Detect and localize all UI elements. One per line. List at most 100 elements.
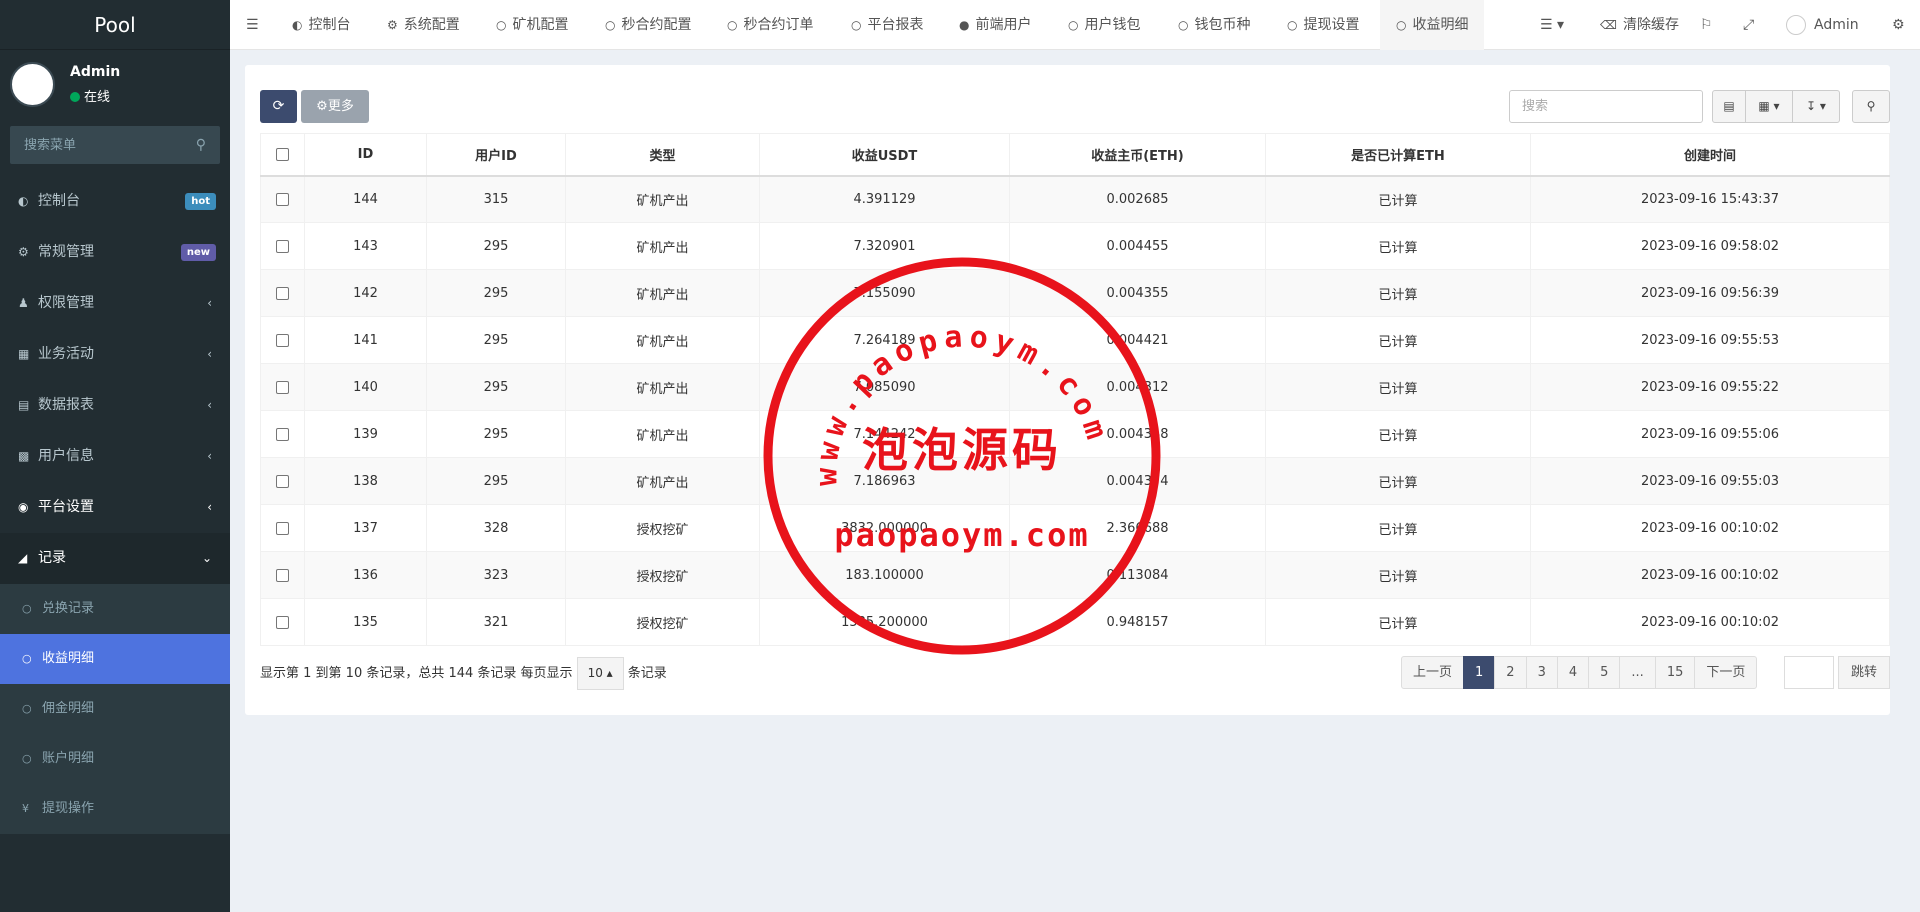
prev-page-button[interactable]: 上一页 bbox=[1401, 656, 1465, 689]
sidebar-toggle-icon[interactable]: ☰ bbox=[246, 0, 259, 50]
page-button[interactable]: 2 bbox=[1494, 656, 1527, 689]
row-checkbox[interactable] bbox=[276, 474, 289, 488]
table-row[interactable]: 141 295 矿机产出 7.264189 0.004421 已计算 2023-09-16 … bbox=[260, 316, 1890, 364]
page-button[interactable]: 3 bbox=[1525, 656, 1558, 689]
page-button[interactable]: 4 bbox=[1556, 656, 1590, 689]
dashboard-icon: ◐ bbox=[292, 18, 303, 32]
card-view-icon: ▤ bbox=[1723, 99, 1735, 113]
table-row[interactable]: 138 295 矿机产出 7.186963 0.004374 已计算 2023-09-16 … bbox=[260, 457, 1890, 505]
cell-usdt: 7.144242 bbox=[759, 410, 1010, 458]
jump-button[interactable]: 跳转 bbox=[1838, 656, 1890, 689]
sidebar-item-auth[interactable]: ♟ 权限管理 ‹ bbox=[0, 278, 230, 329]
table-row[interactable]: 135 321 授权挖矿 1535.200000 0.948157 已计算 2023-09-… bbox=[260, 598, 1890, 646]
cell-type: 矿机产出 bbox=[565, 457, 760, 505]
table-row[interactable]: 144 315 矿机产出 4.391129 0.002685 已计算 2023-09-16 … bbox=[260, 175, 1890, 223]
refresh-button[interactable]: ⟳ bbox=[260, 90, 297, 123]
tab-contract-config[interactable]: ○ 秒合约配置 bbox=[605, 0, 691, 50]
admin-menu[interactable]: Admin bbox=[1786, 0, 1859, 50]
menu-dropdown-icon[interactable]: ☰ ▾ bbox=[1540, 0, 1564, 50]
sidebar-item-exchange[interactable]: ○ 兑换记录 bbox=[0, 584, 230, 634]
cell-calculated: 已计算 bbox=[1265, 363, 1531, 411]
sidebar-item-withdraw[interactable]: ¥ 提现操作 bbox=[0, 784, 230, 834]
sidebar-item-business[interactable]: ▦ 业务活动 ‹ bbox=[0, 329, 230, 380]
fullscreen-icon[interactable]: ⤢ bbox=[1743, 0, 1754, 50]
clear-cache-button[interactable]: ⌫ 清除缓存 bbox=[1600, 0, 1679, 50]
tab-miner-config[interactable]: ○ 矿机配置 bbox=[496, 0, 568, 50]
sidebar-item-reports[interactable]: ▤ 数据报表 ‹ bbox=[0, 380, 230, 431]
search-icon[interactable]: ⚲ bbox=[196, 137, 206, 153]
page-button[interactable]: 5 bbox=[1588, 656, 1621, 689]
more-button[interactable]: ⚙更多 bbox=[301, 90, 369, 123]
col-header[interactable]: 创建时间 bbox=[1530, 133, 1890, 177]
tab-withdraw-settings[interactable]: ○ 提现设置 bbox=[1287, 0, 1359, 50]
row-select-cell bbox=[260, 457, 305, 505]
toggle-view-button[interactable]: ▤ bbox=[1712, 90, 1746, 123]
col-header[interactable]: 收益主币(ETH) bbox=[1009, 133, 1266, 177]
jump-page-input[interactable] bbox=[1784, 656, 1834, 689]
cell-id: 141 bbox=[304, 316, 427, 364]
columns-button[interactable]: ▦ ▾ bbox=[1745, 90, 1793, 123]
search-toggle-button[interactable]: ⚲ bbox=[1852, 90, 1890, 123]
table-row[interactable]: 136 323 授权挖矿 183.100000 0.113084 已计算 2023-09-1… bbox=[260, 551, 1890, 599]
cell-id: 139 bbox=[304, 410, 427, 458]
export-button[interactable]: ↧ ▾ bbox=[1792, 90, 1840, 123]
cell-usdt: 1535.200000 bbox=[759, 598, 1010, 646]
app-logo[interactable]: Pool bbox=[0, 0, 230, 50]
row-checkbox[interactable] bbox=[276, 239, 289, 253]
language-icon[interactable]: ⚐ bbox=[1700, 0, 1713, 50]
tab-frontend-users[interactable]: ● 前端用户 bbox=[959, 0, 1031, 50]
col-header[interactable]: ID bbox=[304, 133, 427, 177]
sidebar-item-earnings[interactable]: ○ 收益明细 bbox=[0, 634, 230, 684]
row-checkbox[interactable] bbox=[276, 615, 289, 629]
page-button[interactable]: 1 bbox=[1463, 656, 1496, 689]
table-row[interactable]: 142 295 矿机产出 7.155090 0.004355 已计算 2023-09-16 … bbox=[260, 269, 1890, 317]
table-row[interactable]: 139 295 矿机产出 7.144242 0.004348 已计算 2023-09-16 … bbox=[260, 410, 1890, 458]
sidebar-item-dashboard[interactable]: ◐ 控制台 hot bbox=[0, 176, 230, 227]
tab-label: 矿机配置 bbox=[512, 17, 569, 33]
row-checkbox[interactable] bbox=[276, 380, 289, 394]
tab-dashboard[interactable]: ◐ 控制台 bbox=[292, 0, 350, 50]
sidebar-item-general[interactable]: ⚙ 常规管理 new bbox=[0, 227, 230, 278]
cell-user-id: 321 bbox=[426, 598, 566, 646]
tab-wallet-coins[interactable]: ○ 钱包币种 bbox=[1178, 0, 1250, 50]
tab-system-config[interactable]: ⚙ 系统配置 bbox=[387, 0, 460, 50]
col-header[interactable]: 类型 bbox=[565, 133, 760, 177]
sidebar-search-input[interactable] bbox=[10, 126, 220, 164]
sidebar-item-userinfo[interactable]: ▩ 用户信息 ‹ bbox=[0, 431, 230, 482]
cell-created-at: 2023-09-16 09:56:39 bbox=[1530, 269, 1890, 317]
sidebar-item-platform[interactable]: ◉ 平台设置 ‹ bbox=[0, 482, 230, 533]
row-checkbox[interactable] bbox=[276, 192, 289, 206]
table-row[interactable]: 137 328 授权挖矿 3832.000000 2.366688 已计算 2023-09-… bbox=[260, 504, 1890, 552]
row-checkbox[interactable] bbox=[276, 521, 289, 535]
tab-label: 前端用户 bbox=[975, 17, 1032, 33]
settings-gear-icon[interactable]: ⚙ bbox=[1892, 0, 1905, 50]
table-row[interactable]: 143 295 矿机产出 7.320901 0.004455 已计算 2023-09-16 … bbox=[260, 222, 1890, 270]
tab-earnings-detail[interactable]: ○ 收益明细 bbox=[1380, 0, 1485, 50]
row-checkbox[interactable] bbox=[276, 286, 289, 300]
page-size-select[interactable]: 10 ▴ bbox=[576, 657, 624, 690]
sidebar-item-commission[interactable]: ○ 佣金明细 bbox=[0, 684, 230, 734]
circle-icon: ○ bbox=[22, 602, 32, 615]
page-button[interactable]: 15 bbox=[1654, 656, 1696, 689]
cell-calculated: 已计算 bbox=[1265, 269, 1531, 317]
table-search-input[interactable] bbox=[1509, 90, 1703, 123]
row-checkbox[interactable] bbox=[276, 568, 289, 582]
row-checkbox[interactable] bbox=[276, 427, 289, 441]
col-header[interactable]: 收益USDT bbox=[759, 133, 1010, 177]
sidebar-item-account[interactable]: ○ 账户明细 bbox=[0, 734, 230, 784]
col-header[interactable]: 用户ID bbox=[426, 133, 566, 177]
row-select-cell bbox=[260, 175, 305, 223]
row-checkbox[interactable] bbox=[276, 333, 289, 347]
table-row[interactable]: 140 295 矿机产出 7.085090 0.004312 已计算 2023-09-16 … bbox=[260, 363, 1890, 411]
cell-eth: 0.004455 bbox=[1009, 222, 1266, 270]
sidebar-menu: ◐ 控制台 hot ⚙ 常规管理 new ♟ 权限管理 ‹ ▦ 业务活动 ‹ ▤ 数据报表 ‹ ▩ 用… bbox=[0, 176, 230, 584]
cell-id: 142 bbox=[304, 269, 427, 317]
tab-contract-orders[interactable]: ○ 秒合约订单 bbox=[727, 0, 813, 50]
tab-platform-report[interactable]: ○ 平台报表 bbox=[851, 0, 923, 50]
chevron-left-icon: ‹ bbox=[207, 500, 212, 514]
next-page-button[interactable]: 下一页 bbox=[1694, 656, 1758, 689]
tab-user-wallets[interactable]: ○ 用户钱包 bbox=[1068, 0, 1140, 50]
col-header[interactable]: 是否已计算ETH bbox=[1265, 133, 1531, 177]
sidebar-item-records[interactable]: ◢ 记录 ⌄ bbox=[0, 533, 230, 584]
select-all-checkbox[interactable] bbox=[276, 147, 289, 161]
